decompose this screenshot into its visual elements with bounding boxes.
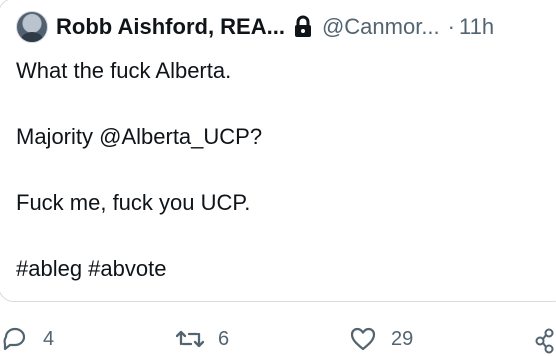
tweet-body: What the fuck Alberta. Majority @Alberta… [16,54,536,285]
retweet-icon [173,322,207,356]
tweet-line-3: Fuck me, fuck you UCP. [16,190,251,215]
tweet-header: Robb Aishford, REA... @Canmor... · 11h [16,10,494,44]
reply-count: 4 [43,327,55,350]
tweet-line-2: Majority @Alberta_UCP? [16,124,263,149]
like-button[interactable]: 29 [346,322,413,356]
retweet-count: 6 [218,327,230,350]
tweet-actions: 4 6 29 [0,322,556,356]
tweet-line-1: What the fuck Alberta. [16,58,232,83]
author-name[interactable]: Robb Aishford, REA... [56,14,285,40]
reply-icon [0,322,32,356]
tweet-time[interactable]: 11h [459,14,494,40]
tweet-line-4: #ableg #abvote [16,256,167,281]
author-handle[interactable]: @Canmor... [322,14,440,40]
share-icon [534,322,556,356]
reply-button[interactable]: 4 [0,322,54,356]
share-button[interactable] [534,322,556,356]
time-separator: · [447,14,455,39]
author-avatar[interactable] [16,11,48,43]
like-count: 29 [391,327,414,350]
lock-icon [292,15,314,39]
retweet-button[interactable]: 6 [173,322,229,356]
heart-icon [346,322,380,356]
